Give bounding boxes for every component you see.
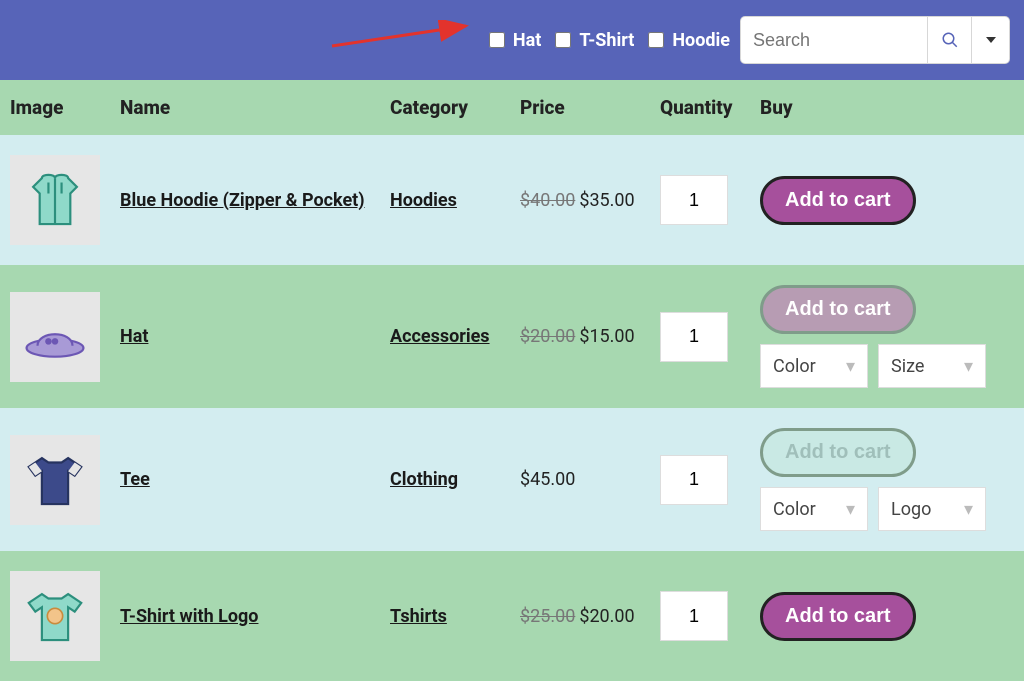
chevron-down-icon: ▾ xyxy=(846,356,855,377)
th-quantity: Quantity xyxy=(650,80,750,135)
filter-tshirt-checkbox[interactable] xyxy=(555,32,571,48)
filter-hat-label: Hat xyxy=(513,30,541,51)
category-link[interactable]: Hoodies xyxy=(390,190,457,211)
price-cell: $40.00$35.00 xyxy=(510,135,650,265)
product-thumb[interactable] xyxy=(10,292,100,382)
tshirt-icon xyxy=(20,445,90,515)
th-name: Name xyxy=(110,80,380,135)
select-label: Color xyxy=(773,356,816,377)
price-cell: $45.00 xyxy=(510,408,650,551)
color-select[interactable]: Color ▾ xyxy=(760,487,868,531)
table-row: Blue Hoodie (Zipper & Pocket) Hoodies $4… xyxy=(0,135,1024,265)
category-link[interactable]: Clothing xyxy=(390,469,458,490)
product-name-link[interactable]: Hat xyxy=(120,326,148,347)
quantity-input[interactable] xyxy=(660,312,728,362)
select-label: Logo xyxy=(891,499,931,520)
price-cell: $20.00$15.00 xyxy=(510,265,650,408)
chevron-down-icon: ▾ xyxy=(846,499,855,520)
hat-icon xyxy=(20,302,90,372)
size-select[interactable]: Size ▾ xyxy=(878,344,986,388)
search-group xyxy=(740,16,1010,64)
add-to-cart-button[interactable]: Add to cart xyxy=(760,176,916,225)
th-image: Image xyxy=(0,80,110,135)
table-row: Hat Accessories $20.00$15.00 Add to cart… xyxy=(0,265,1024,408)
select-label: Color xyxy=(773,499,816,520)
filter-hat[interactable]: Hat xyxy=(489,30,541,51)
quantity-input[interactable] xyxy=(660,175,728,225)
search-icon xyxy=(941,31,959,49)
add-to-cart-button[interactable]: Add to cart xyxy=(760,428,916,477)
header-bar: Hat T-Shirt Hoodie xyxy=(0,0,1024,80)
price-old: $20.00 xyxy=(520,326,575,347)
hoodie-icon xyxy=(20,165,90,235)
search-input[interactable] xyxy=(740,16,928,64)
filter-group: Hat T-Shirt Hoodie xyxy=(489,30,730,51)
category-link[interactable]: Accessories xyxy=(390,326,490,347)
search-dropdown-button[interactable] xyxy=(972,16,1010,64)
product-table: Image Name Category Price Quantity Buy B… xyxy=(0,80,1024,681)
th-category: Category xyxy=(380,80,510,135)
th-price: Price xyxy=(510,80,650,135)
product-name-link[interactable]: Tee xyxy=(120,469,150,490)
color-select[interactable]: Color ▾ xyxy=(760,344,868,388)
table-row: T-Shirt with Logo Tshirts $25.00$20.00 A… xyxy=(0,551,1024,681)
table-row: Tee Clothing $45.00 Add to cart Color ▾ L… xyxy=(0,408,1024,551)
price-new: $45.00 xyxy=(520,469,575,490)
product-thumb[interactable] xyxy=(10,155,100,245)
filter-hoodie-label: Hoodie xyxy=(672,30,730,51)
product-name-link[interactable]: Blue Hoodie (Zipper & Pocket) xyxy=(120,190,365,211)
search-button[interactable] xyxy=(928,16,972,64)
category-link[interactable]: Tshirts xyxy=(390,606,447,627)
table-header-row: Image Name Category Price Quantity Buy xyxy=(0,80,1024,135)
logo-select[interactable]: Logo ▾ xyxy=(878,487,986,531)
price-new: $15.00 xyxy=(579,326,634,347)
add-to-cart-button[interactable]: Add to cart xyxy=(760,285,916,334)
filter-hoodie-checkbox[interactable] xyxy=(648,32,664,48)
product-name-link[interactable]: T-Shirt with Logo xyxy=(120,606,258,627)
product-thumb[interactable] xyxy=(10,571,100,661)
product-thumb[interactable] xyxy=(10,435,100,525)
price-new: $35.00 xyxy=(579,190,634,211)
price-old: $40.00 xyxy=(520,190,575,211)
filter-tshirt[interactable]: T-Shirt xyxy=(555,30,634,51)
quantity-input[interactable] xyxy=(660,591,728,641)
th-buy: Buy xyxy=(750,80,1024,135)
chevron-down-icon: ▾ xyxy=(964,356,973,377)
price-cell: $25.00$20.00 xyxy=(510,551,650,681)
tshirt-logo-icon xyxy=(20,581,90,651)
filter-hat-checkbox[interactable] xyxy=(489,32,505,48)
annotation-arrow xyxy=(330,20,480,50)
price-new: $20.00 xyxy=(579,606,634,627)
chevron-down-icon: ▾ xyxy=(964,499,973,520)
filter-hoodie[interactable]: Hoodie xyxy=(648,30,730,51)
select-label: Size xyxy=(891,356,924,377)
quantity-input[interactable] xyxy=(660,455,728,505)
price-old: $25.00 xyxy=(520,606,575,627)
caret-down-icon xyxy=(986,37,996,43)
add-to-cart-button[interactable]: Add to cart xyxy=(760,592,916,641)
filter-tshirt-label: T-Shirt xyxy=(579,30,634,51)
